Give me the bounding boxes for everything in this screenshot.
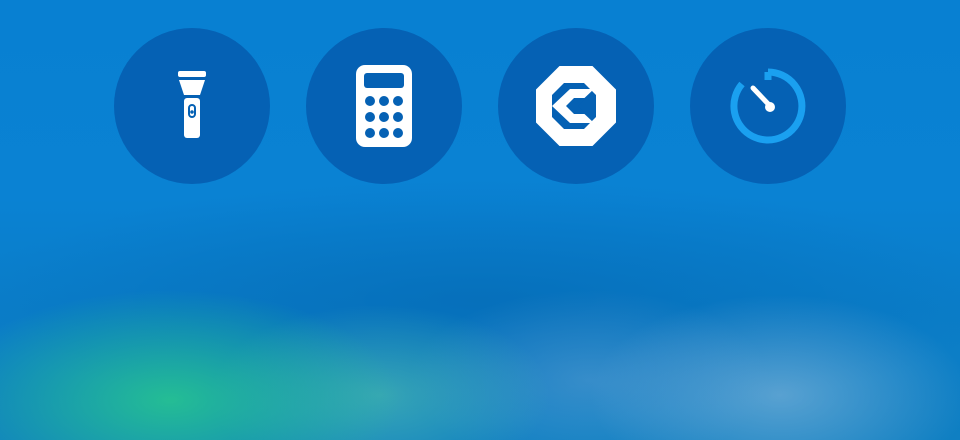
flashlight-icon [178, 71, 206, 138]
shortcut-buttons-row [114, 28, 846, 184]
calculator-button[interactable] [306, 28, 462, 184]
timer-button[interactable] [690, 28, 846, 184]
timer-icon [730, 68, 806, 144]
calculator-icon [356, 65, 412, 147]
flashlight-button[interactable] [114, 28, 270, 184]
control-center-screen [0, 0, 960, 440]
app-shortcut-button[interactable] [498, 28, 654, 184]
app-logo-icon [536, 66, 616, 146]
